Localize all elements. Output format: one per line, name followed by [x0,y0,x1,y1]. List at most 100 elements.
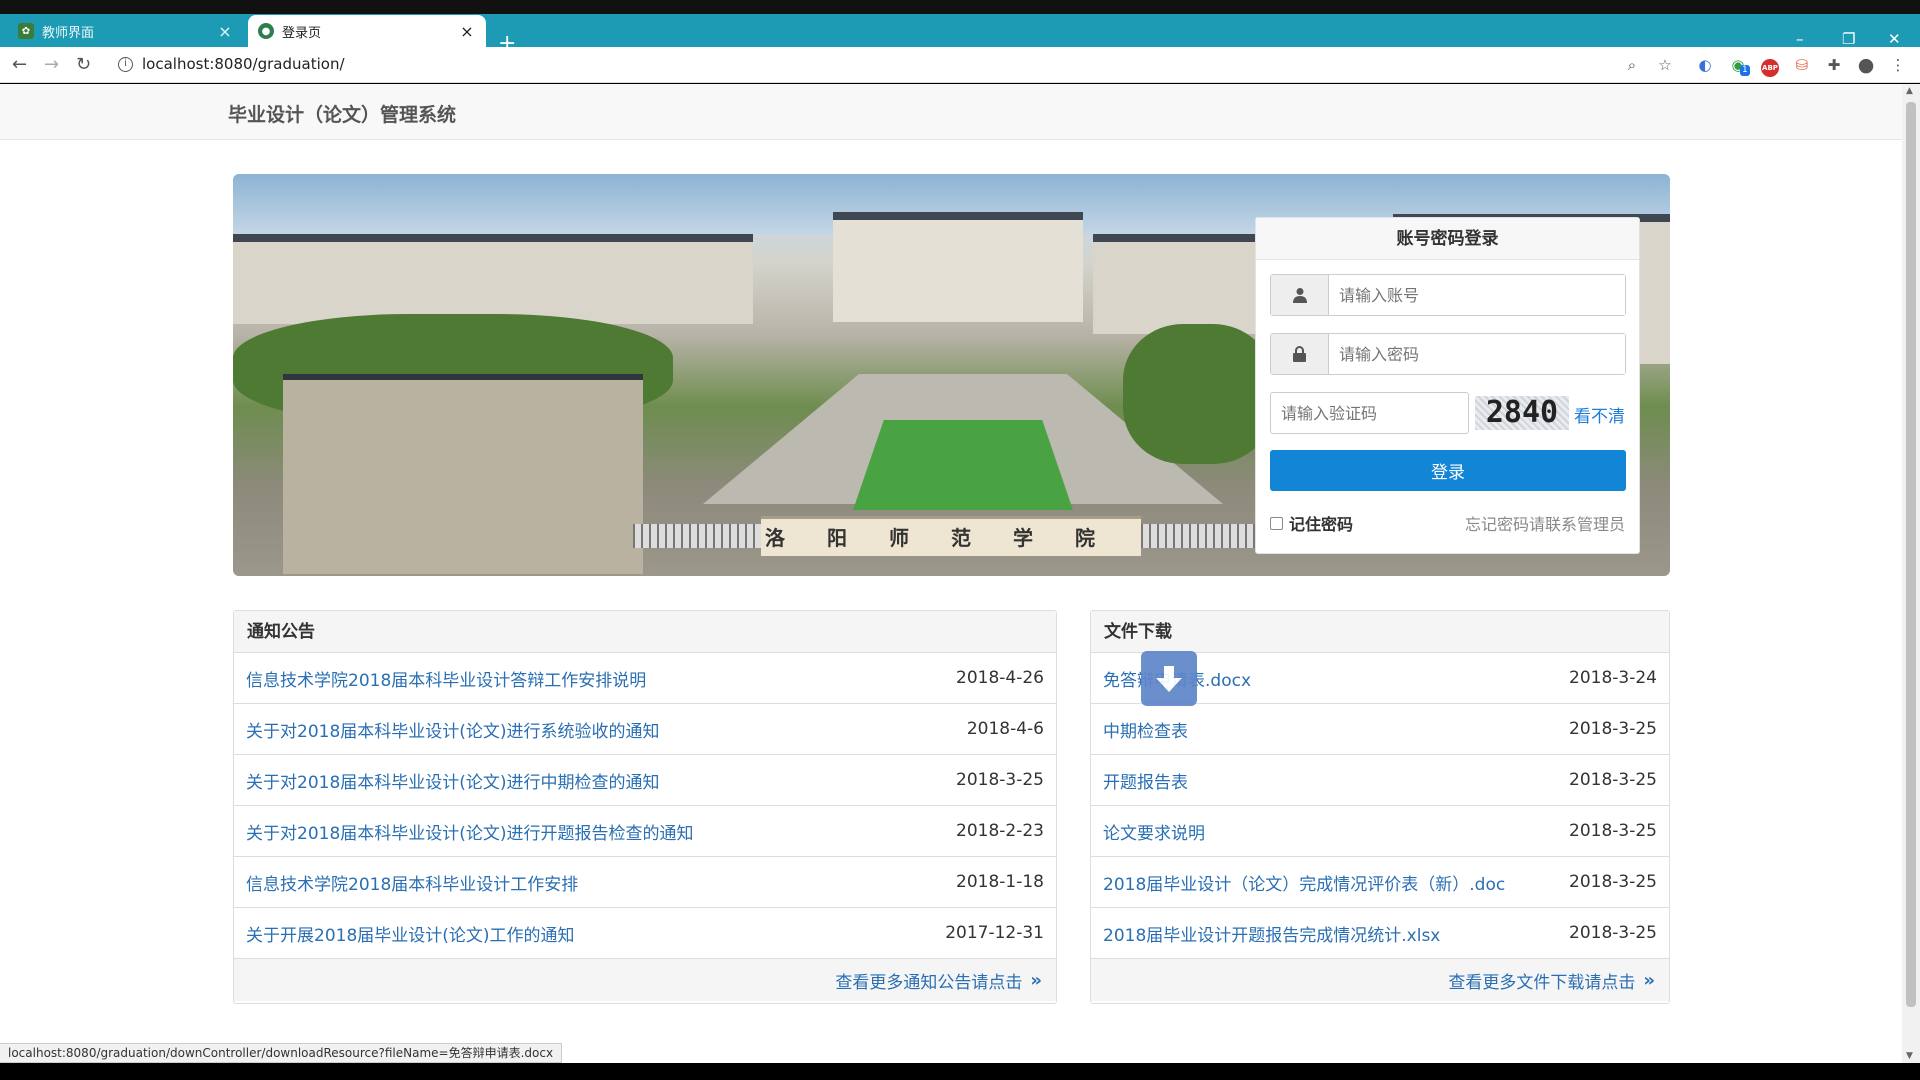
notices-title: 通知公告 [234,611,1056,653]
user-icon [1271,275,1329,315]
downloads-title: 文件下载 [1091,611,1669,653]
download-link[interactable]: 2018届毕业设计开题报告完成情况统计.xlsx [1103,921,1440,946]
back-icon[interactable]: ← [12,54,27,75]
download-arrow-icon [1141,651,1197,706]
notice-date: 2018-4-6 [966,719,1044,739]
notices-more-label: 查看更多通知公告请点击 [835,972,1023,993]
list-item: 关于对2018届本科毕业设计(论文)进行系统验收的通知 2018-4-6 [234,704,1056,755]
password-field [1270,333,1626,375]
banner-fence [633,524,763,548]
list-item: 开题报告表 2018-3-25 [1091,755,1669,806]
lock-icon [1271,334,1329,374]
site-header: 毕业设计（论文）管理系统 [0,84,1902,140]
login-button[interactable]: 登录 [1270,450,1626,491]
puzzle-icon[interactable]: ✚ [1824,55,1844,75]
site-favicon-icon: ✿ [18,23,34,39]
notice-link[interactable]: 关于对2018届本科毕业设计(论文)进行系统验收的通知 [246,717,660,742]
notice-link[interactable]: 关于开展2018届毕业设计(论文)工作的通知 [246,921,575,946]
browser-tabstrip: ✿ 教师界面 × ● 登录页 × + – ❐ ✕ [0,14,1920,56]
scroll-down-icon[interactable]: ▼ [1906,1051,1913,1061]
login-card: 账号密码登录 2840 看不清 登录 记住密码 忘记密码请联系管理员 [1255,217,1640,554]
page-scrollbar[interactable]: ▲ ▼ [1902,84,1920,1063]
notices-panel: 通知公告 信息技术学院2018届本科毕业设计答辩工作安排说明 2018-4-26 … [233,610,1057,1004]
download-date: 2018-3-25 [1569,923,1657,943]
captcha-refresh-link[interactable]: 看不清 [1574,402,1625,427]
tab-close-icon[interactable]: × [216,22,234,41]
password-input[interactable] [1329,334,1625,374]
notice-link[interactable]: 信息技术学院2018届本科毕业设计答辩工作安排说明 [246,666,646,691]
reload-icon[interactable]: ↻ [76,54,91,75]
notice-date: 2018-2-23 [956,821,1044,841]
minimize-icon[interactable]: – [1796,30,1804,48]
screen-top-edge [0,0,1920,14]
zoom-icon[interactable]: ⌕ [1622,55,1642,75]
remember-label: 记住密码 [1289,515,1354,534]
downloads-more-link[interactable]: 查看更多文件下载请点击 » [1091,959,1669,1001]
download-date: 2018-3-25 [1569,821,1657,841]
banner-trees [1123,324,1273,464]
address-bar[interactable]: localhost:8080/graduation/ [142,55,345,73]
download-date: 2018-3-25 [1569,719,1657,739]
forward-icon[interactable]: → [44,54,59,75]
double-chevron-right-icon: » [1030,969,1042,991]
tab-login[interactable]: ● 登录页 × [248,15,486,47]
tab-close-icon[interactable]: × [458,22,476,41]
extension-badge-count: 1 [1740,65,1750,76]
list-item: 关于开展2018届毕业设计(论文)工作的通知 2017-12-31 [234,908,1056,959]
banner-lawn [853,420,1073,510]
browser-toolbar: ← → ↻ i localhost:8080/graduation/ ⌕ ☆ ◐… [0,47,1920,83]
profile-icon[interactable]: ● [1856,55,1876,75]
download-link[interactable]: 2018届毕业设计（论文）完成情况评价表（新）.doc [1103,870,1505,895]
status-bar-url: localhost:8080/graduation/downController… [0,1043,563,1063]
remember-password[interactable]: 记住密码 [1270,511,1353,535]
restore-icon[interactable]: ❐ [1842,30,1855,48]
notice-date: 2017-12-31 [945,923,1044,943]
login-title: 账号密码登录 [1256,218,1639,260]
site-info-icon[interactable]: i [118,57,133,72]
list-item: 2018届毕业设计开题报告完成情况统计.xlsx 2018-3-25 [1091,908,1669,959]
download-link[interactable]: 开题报告表 [1103,768,1188,793]
download-link[interactable]: 中期检查表 [1103,717,1188,742]
download-link[interactable]: 论文要求说明 [1103,819,1205,844]
scroll-up-icon[interactable]: ▲ [1906,86,1913,96]
adblock-label: ABP [1761,59,1779,77]
menu-icon[interactable]: ⋮ [1888,55,1908,75]
screen-bottom-edge [0,1063,1920,1080]
remember-checkbox[interactable] [1270,516,1283,530]
campus-gate-sign: 洛阳师范学院 [761,516,1141,556]
list-item: 关于对2018届本科毕业设计(论文)进行开题报告检查的通知 2018-2-23 [234,806,1056,857]
tab-teacher[interactable]: ✿ 教师界面 × [8,15,244,47]
captcha-input[interactable] [1270,392,1469,434]
list-item: 关于对2018届本科毕业设计(论文)进行中期检查的通知 2018-3-25 [234,755,1056,806]
banner-building [833,212,1083,322]
notice-link[interactable]: 信息技术学院2018届本科毕业设计工作安排 [246,870,578,895]
notice-link[interactable]: 关于对2018届本科毕业设计(论文)进行开题报告检查的通知 [246,819,694,844]
notice-date: 2018-1-18 [956,872,1044,892]
download-date: 2018-3-24 [1569,668,1657,688]
page-title: 毕业设计（论文）管理系统 [228,104,457,126]
banner-building [233,234,753,324]
list-item: 论文要求说明 2018-3-25 [1091,806,1669,857]
notice-date: 2018-3-25 [956,770,1044,790]
tab-title: 教师界面 [42,25,95,41]
extension-icon[interactable]: ⛁ [1792,55,1812,75]
captcha-image[interactable]: 2840 [1475,396,1569,430]
scrollbar-thumb[interactable] [1906,102,1916,1007]
notice-link[interactable]: 关于对2018届本科毕业设计(论文)进行中期检查的通知 [246,768,660,793]
extension-icon[interactable]: ◐ [1695,55,1715,75]
extension-badge-icon[interactable]: ◉ 1 [1728,55,1750,76]
notice-date: 2018-4-26 [956,668,1044,688]
list-item: 2018届毕业设计（论文）完成情况评价表（新）.doc 2018-3-25 [1091,857,1669,908]
account-input[interactable] [1329,275,1625,315]
downloads-more-label: 查看更多文件下载请点击 [1448,972,1636,993]
list-item: 信息技术学院2018届本科毕业设计答辩工作安排说明 2018-4-26 [234,653,1056,704]
notices-more-link[interactable]: 查看更多通知公告请点击 » [234,959,1056,1001]
adblock-icon[interactable]: ABP [1760,55,1780,77]
list-item: 中期检查表 2018-3-25 [1091,704,1669,755]
window-close-icon[interactable]: ✕ [1888,30,1901,48]
forgot-password-text: 忘记密码请联系管理员 [1464,515,1625,534]
download-date: 2018-3-25 [1569,770,1657,790]
bookmark-star-icon[interactable]: ☆ [1655,55,1675,75]
list-item: 信息技术学院2018届本科毕业设计工作安排 2018-1-18 [234,857,1056,908]
site-favicon-icon: ● [258,23,274,39]
